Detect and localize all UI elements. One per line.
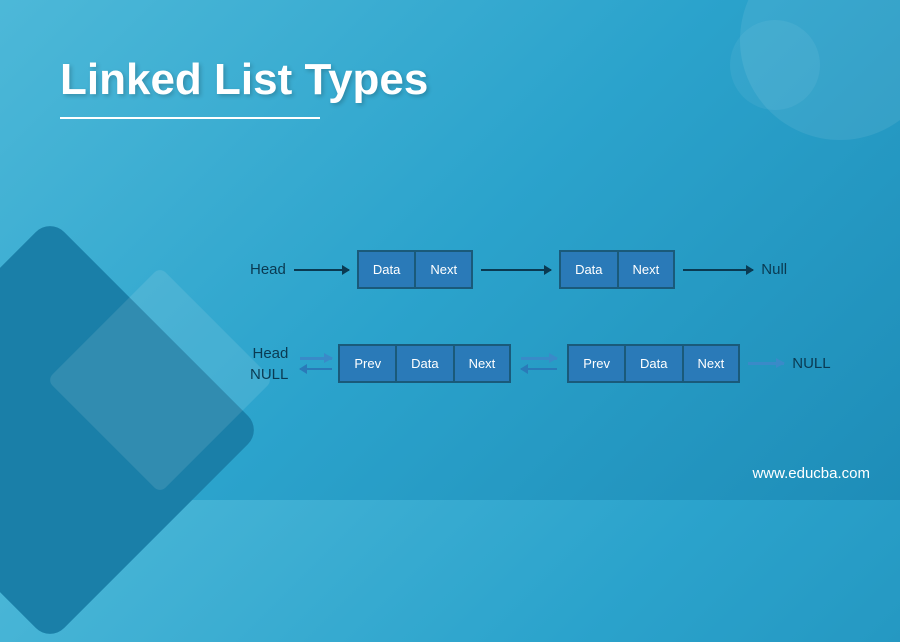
head-label: Head — [250, 261, 286, 278]
null-label: Null — [761, 261, 787, 278]
prev-cell: Prev — [340, 346, 397, 381]
next-cell: Next — [455, 346, 510, 381]
head-label: Head — [253, 345, 289, 362]
arrow-right-icon — [300, 357, 332, 360]
arrow-right-icon — [683, 269, 753, 271]
bi-arrow-head — [300, 357, 332, 370]
singly-node-2: Data Next — [559, 250, 675, 289]
singly-linked-list: Head Data Next Data Next Null — [250, 250, 870, 289]
next-cell: Next — [619, 252, 674, 287]
watermark: www.educba.com — [752, 465, 870, 482]
data-cell: Data — [561, 252, 618, 287]
doubly-node-2: Prev Data Next — [567, 344, 740, 383]
arrow-right-icon — [294, 269, 349, 271]
linked-list-diagrams: Head Data Next Data Next Null Head NULL … — [250, 250, 870, 438]
arrow-right-icon — [481, 269, 551, 271]
null-left-label: NULL — [250, 366, 288, 383]
prev-cell: Prev — [569, 346, 626, 381]
doubly-linked-list: Head NULL Prev Data Next Prev Data Next … — [250, 344, 870, 383]
next-cell: Next — [416, 252, 471, 287]
arrow-left-icon — [521, 368, 557, 370]
page-title: Linked List Types — [60, 55, 428, 119]
next-cell: Next — [684, 346, 739, 381]
bi-arrow-between — [521, 357, 557, 370]
doubly-node-1: Prev Data Next — [338, 344, 511, 383]
null-right-label: NULL — [792, 355, 830, 372]
singly-node-1: Data Next — [357, 250, 473, 289]
data-cell: Data — [626, 346, 683, 381]
data-cell: Data — [359, 252, 416, 287]
arrow-left-icon — [300, 368, 332, 370]
arrow-right-icon — [521, 357, 557, 360]
deco-circle-small — [730, 20, 820, 110]
head-null-labels: Head NULL — [250, 345, 288, 383]
arrow-right-icon — [748, 362, 784, 365]
data-cell: Data — [397, 346, 454, 381]
